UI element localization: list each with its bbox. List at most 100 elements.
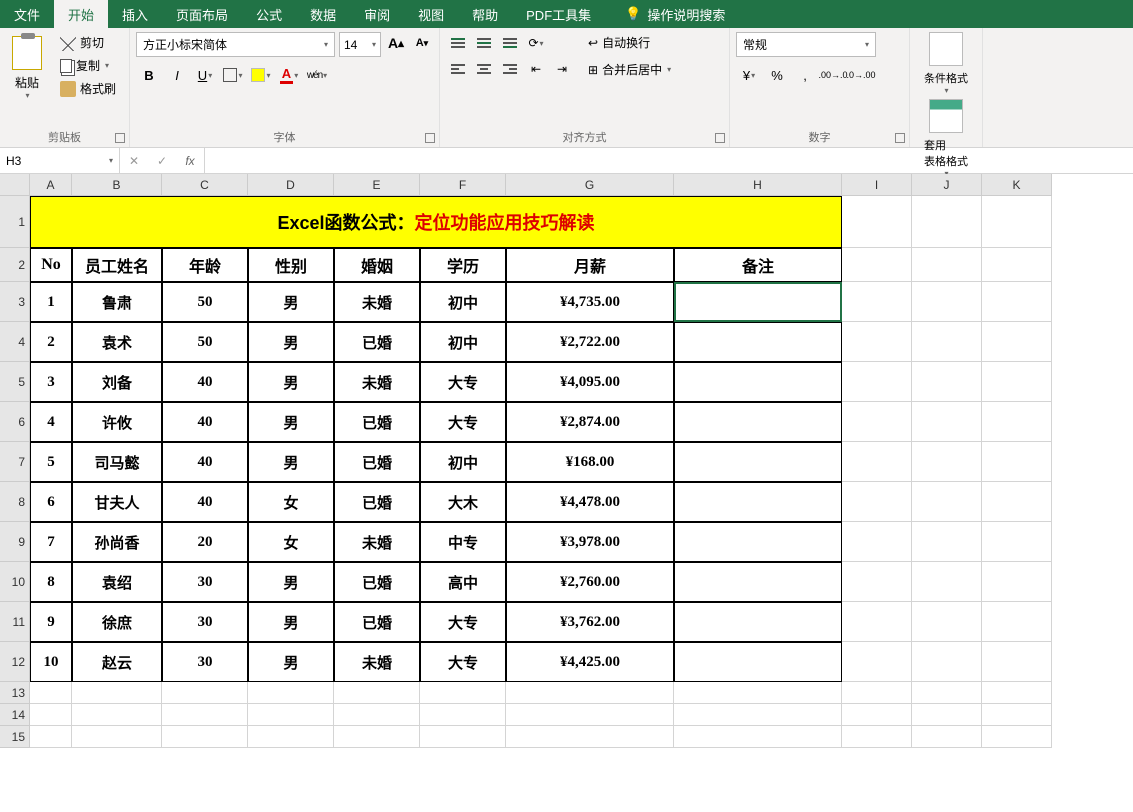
align-middle-button[interactable]	[472, 32, 496, 54]
clipboard-launcher[interactable]	[115, 133, 125, 143]
cell[interactable]	[506, 704, 674, 726]
cell[interactable]: 司马懿	[72, 442, 162, 482]
col-header[interactable]: H	[674, 174, 842, 196]
cell[interactable]	[982, 248, 1052, 282]
menu-page-layout[interactable]: 页面布局	[162, 0, 242, 28]
cell[interactable]	[162, 704, 248, 726]
cell[interactable]	[842, 562, 912, 602]
cell[interactable]	[912, 196, 982, 248]
cell[interactable]: 1	[30, 282, 72, 322]
cell[interactable]: 5	[30, 442, 72, 482]
cell[interactable]: 大专	[420, 642, 506, 682]
cell[interactable]	[912, 322, 982, 362]
col-header[interactable]: D	[248, 174, 334, 196]
font-name-select[interactable]: 方正小标宋简体▾	[136, 32, 335, 57]
col-header[interactable]: K	[982, 174, 1052, 196]
cell[interactable]	[72, 704, 162, 726]
name-box[interactable]: H3▾	[0, 148, 120, 173]
align-right-button[interactable]	[498, 58, 522, 80]
cell[interactable]: 大专	[420, 602, 506, 642]
cell[interactable]	[248, 704, 334, 726]
cell[interactable]: 40	[162, 442, 248, 482]
cut-button[interactable]: 剪切	[56, 32, 120, 53]
cell[interactable]	[982, 682, 1052, 704]
cell[interactable]	[842, 402, 912, 442]
copy-button[interactable]: 复制▾	[56, 55, 120, 76]
cell[interactable]: 女	[248, 522, 334, 562]
row-header[interactable]: 11	[0, 602, 30, 642]
cell[interactable]	[506, 682, 674, 704]
cell[interactable]	[420, 682, 506, 704]
cell[interactable]: 刘备	[72, 362, 162, 402]
row-header[interactable]: 2	[0, 248, 30, 282]
cell[interactable]: 未婚	[334, 282, 420, 322]
cell[interactable]: 高中	[420, 562, 506, 602]
menu-pdf[interactable]: PDF工具集	[512, 0, 605, 28]
cell[interactable]	[674, 402, 842, 442]
cell[interactable]	[30, 726, 72, 748]
align-bottom-button[interactable]	[498, 32, 522, 54]
row-header[interactable]: 6	[0, 402, 30, 442]
underline-button[interactable]: U▾	[192, 63, 218, 87]
number-format-select[interactable]: 常规▾	[736, 32, 876, 57]
font-color-button[interactable]: A▾	[276, 63, 302, 87]
cell[interactable]: 大木	[420, 482, 506, 522]
cell[interactable]	[674, 682, 842, 704]
decrease-decimal-button[interactable]: .0→.00	[848, 63, 874, 87]
formula-input[interactable]	[205, 148, 1133, 173]
cell[interactable]	[912, 726, 982, 748]
row-header[interactable]: 7	[0, 442, 30, 482]
cell[interactable]	[674, 704, 842, 726]
table-format-button[interactable]: 套用 表格格式▾	[918, 99, 974, 178]
cell[interactable]	[912, 442, 982, 482]
col-header[interactable]: A	[30, 174, 72, 196]
cell[interactable]: 大专	[420, 362, 506, 402]
cell[interactable]: 已婚	[334, 322, 420, 362]
cell[interactable]	[674, 562, 842, 602]
cell[interactable]: 初中	[420, 282, 506, 322]
cell[interactable]: 许攸	[72, 402, 162, 442]
cell[interactable]: 员工姓名	[72, 248, 162, 282]
col-header[interactable]: B	[72, 174, 162, 196]
cell[interactable]: ¥4,425.00	[506, 642, 674, 682]
cell[interactable]: 男	[248, 442, 334, 482]
cell[interactable]	[674, 322, 842, 362]
cell[interactable]: 男	[248, 602, 334, 642]
cell[interactable]	[982, 642, 1052, 682]
conditional-format-button[interactable]: 条件格式▾	[918, 32, 974, 95]
col-header[interactable]: C	[162, 174, 248, 196]
cell[interactable]: 6	[30, 482, 72, 522]
cell[interactable]: ¥3,978.00	[506, 522, 674, 562]
cell[interactable]	[248, 682, 334, 704]
cell[interactable]	[912, 402, 982, 442]
cell[interactable]: 男	[248, 282, 334, 322]
cell[interactable]: 50	[162, 322, 248, 362]
cell[interactable]	[420, 704, 506, 726]
cell[interactable]	[842, 248, 912, 282]
menu-home[interactable]: 开始	[54, 0, 108, 28]
col-header[interactable]: I	[842, 174, 912, 196]
row-header[interactable]: 4	[0, 322, 30, 362]
cell[interactable]	[842, 704, 912, 726]
cell[interactable]: 30	[162, 562, 248, 602]
font-decrease-button[interactable]: A▾	[411, 32, 433, 54]
cell[interactable]: ¥2,874.00	[506, 402, 674, 442]
cell[interactable]: 男	[248, 362, 334, 402]
alignment-launcher[interactable]	[715, 133, 725, 143]
cell[interactable]: 未婚	[334, 642, 420, 682]
cell[interactable]: 备注	[674, 248, 842, 282]
cell[interactable]: 男	[248, 402, 334, 442]
cell[interactable]	[674, 602, 842, 642]
cell[interactable]: ¥168.00	[506, 442, 674, 482]
menu-insert[interactable]: 插入	[108, 0, 162, 28]
cell[interactable]: ¥4,478.00	[506, 482, 674, 522]
cell[interactable]	[162, 726, 248, 748]
italic-button[interactable]: I	[164, 63, 190, 87]
cell[interactable]	[982, 726, 1052, 748]
cell[interactable]: 性别	[248, 248, 334, 282]
cell[interactable]	[842, 362, 912, 402]
currency-button[interactable]: ¥▾	[736, 63, 762, 87]
cell[interactable]	[842, 682, 912, 704]
cell[interactable]	[30, 704, 72, 726]
cell[interactable]: 孙尚香	[72, 522, 162, 562]
